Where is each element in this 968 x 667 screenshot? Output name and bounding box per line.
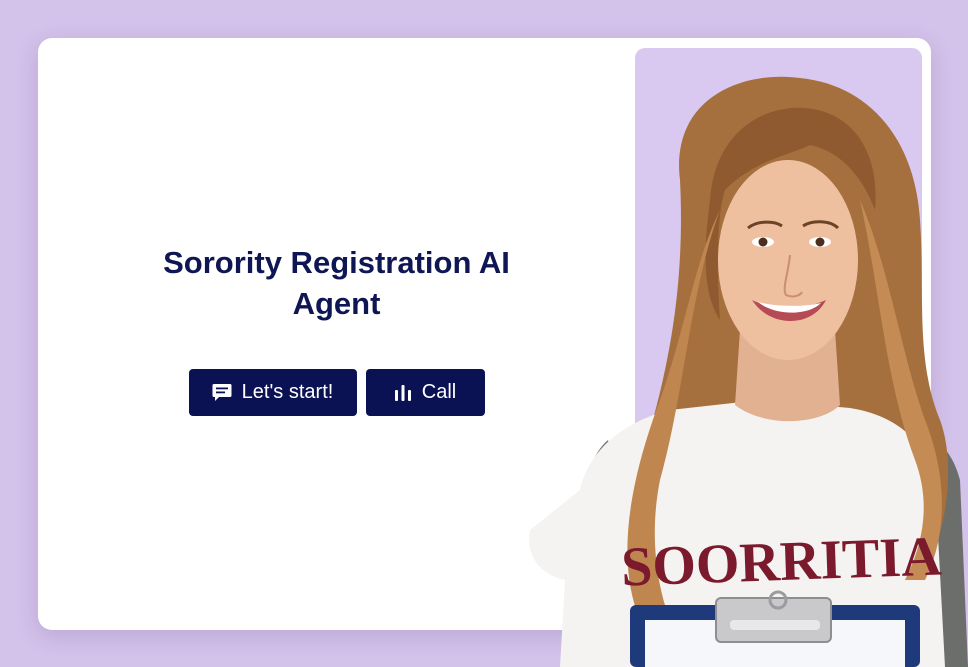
lets-start-label: Let's start! <box>241 381 334 403</box>
shirt-text: SOORRITIA <box>620 525 943 598</box>
page-title: Sorority Registration AI Agent <box>163 245 510 321</box>
chat-icon <box>212 383 232 402</box>
action-buttons: Let's start! Call <box>188 369 485 416</box>
call-button[interactable]: Call <box>365 369 485 416</box>
lets-start-button[interactable]: Let's start! <box>188 369 357 416</box>
agent-portrait: SOORRITIA <box>520 60 968 667</box>
voice-bars-icon <box>394 384 412 402</box>
call-label: Call <box>421 381 457 403</box>
